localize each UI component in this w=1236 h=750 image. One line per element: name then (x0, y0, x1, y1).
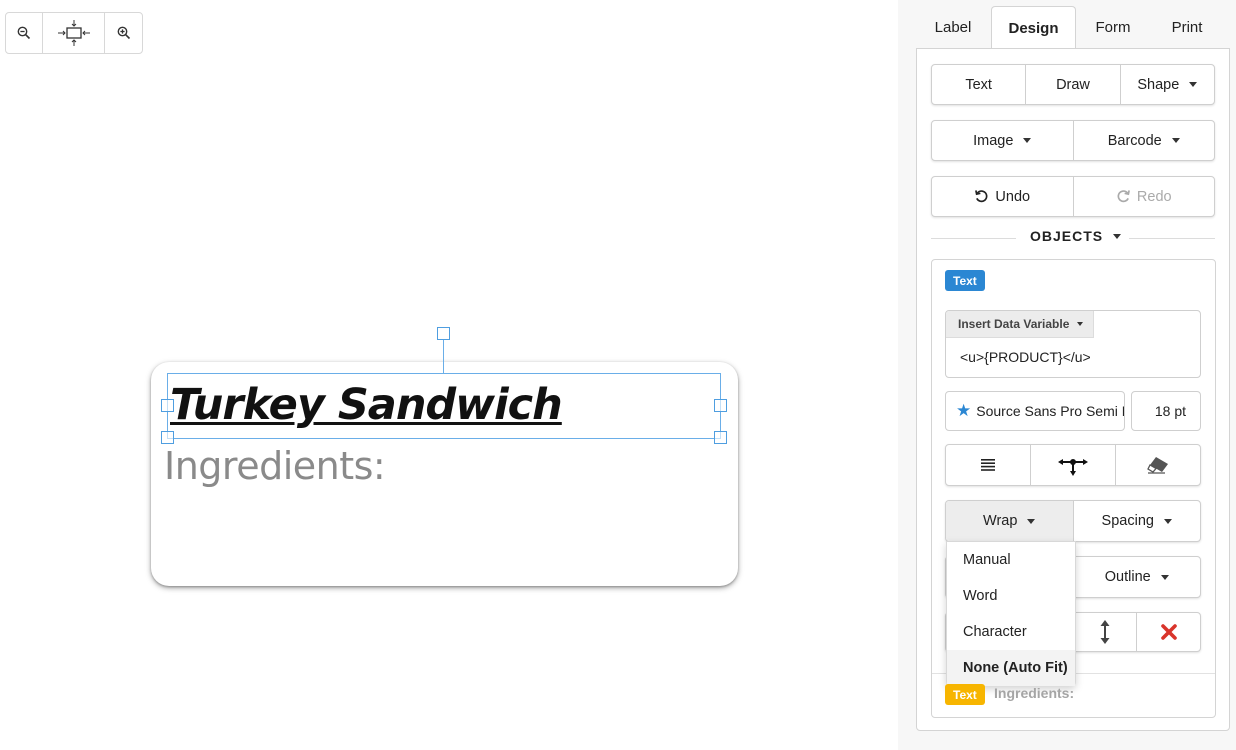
objects-section-header[interactable]: OBJECTS (931, 228, 1215, 248)
fit-to-screen-button[interactable] (43, 13, 105, 53)
barcode-dropdown[interactable]: Barcode (1074, 121, 1215, 160)
resize-handle-bottom-left[interactable] (161, 431, 174, 444)
redo-icon (1117, 190, 1130, 203)
zoom-out-button[interactable] (6, 13, 43, 53)
tab-print[interactable]: Print (1150, 6, 1224, 49)
undo-icon (975, 190, 988, 203)
label-ingredients-text[interactable]: Ingredients: (164, 442, 386, 490)
chevron-down-icon (1027, 518, 1036, 524)
fit-to-screen-icon (57, 20, 90, 46)
design-canvas[interactable]: Turkey Sandwich Ingredients: (0, 0, 898, 750)
objects-heading-label: OBJECTS (1030, 228, 1104, 244)
justify-button[interactable] (946, 445, 1031, 485)
wrap-option-none-auto-fit[interactable]: None (Auto Fit) (947, 650, 1075, 686)
eraser-icon (1147, 457, 1168, 474)
outline-dropdown[interactable]: Outline (1074, 557, 1201, 597)
text-content-value[interactable]: <u>{PRODUCT}</u> (960, 349, 1091, 365)
chevron-down-icon (1023, 138, 1032, 143)
wrap-label: Wrap (983, 513, 1018, 529)
object-type-badge[interactable]: Text (945, 270, 985, 291)
wrap-option-character[interactable]: Character (947, 614, 1075, 650)
divider-line (931, 238, 1016, 239)
zoom-in-icon (117, 26, 130, 40)
chevron-down-icon (1113, 233, 1122, 239)
text-format-toolbar (945, 444, 1201, 486)
font-size-input[interactable]: 18 pt (1131, 391, 1201, 431)
undo-button[interactable]: Undo (932, 177, 1074, 216)
insert-data-variable-label: Insert Data Variable (958, 317, 1070, 331)
panel-tabs: Label Design Form Print (916, 6, 1230, 50)
redo-label: Redo (1136, 188, 1172, 205)
resize-vertical-button[interactable] (1073, 613, 1137, 651)
chevron-down-icon (1189, 82, 1198, 87)
font-size-value: 18 pt (1154, 403, 1186, 419)
wrap-option-manual[interactable]: Manual (947, 542, 1075, 578)
font-family-value: Source Sans Pro Semi Bold (976, 403, 1124, 419)
spacing-label: Spacing (1101, 513, 1154, 529)
wrap-dropdown[interactable]: Wrap (946, 501, 1074, 541)
shape-dropdown[interactable]: Shape (1121, 65, 1214, 104)
rotation-stem (443, 340, 444, 373)
object-preview-label-2[interactable]: Ingredients: (994, 685, 1074, 701)
draw-button[interactable]: Draw (1026, 65, 1121, 104)
clear-format-button[interactable] (1116, 445, 1200, 485)
zoom-controls (5, 12, 143, 54)
font-family-select[interactable]: ★ Source Sans Pro Semi Bold (945, 391, 1125, 431)
spacing-dropdown[interactable]: Spacing (1074, 501, 1201, 541)
star-icon: ★ (956, 401, 972, 420)
draw-label: Draw (1056, 76, 1090, 93)
tab-form[interactable]: Form (1076, 6, 1150, 49)
delete-object-button[interactable] (1137, 613, 1200, 651)
wrap-spacing-toolbar: Wrap Spacing (945, 500, 1201, 542)
barcode-label: Barcode (1107, 132, 1162, 149)
image-dropdown[interactable]: Image (932, 121, 1074, 160)
move-arrows-icon (1058, 459, 1088, 476)
media-toolbar: Image Barcode (931, 120, 1215, 161)
chevron-down-icon (1163, 518, 1172, 524)
chevron-down-icon (1077, 322, 1084, 326)
add-text-button[interactable]: Text (932, 65, 1027, 104)
redo-button[interactable]: Redo (1074, 177, 1215, 216)
chevron-down-icon (1171, 138, 1180, 143)
divider-line (1129, 238, 1215, 239)
undo-label: Undo (995, 188, 1031, 205)
resize-vertical-icon (1100, 620, 1109, 644)
image-label: Image (973, 132, 1014, 149)
resize-handle-right[interactable] (714, 399, 727, 412)
create-toolbar: Text Draw Shape (931, 64, 1215, 105)
position-button[interactable] (1031, 445, 1116, 485)
history-toolbar: Undo Redo (931, 176, 1215, 217)
chevron-down-icon (1160, 574, 1169, 580)
object-type-badge-2[interactable]: Text (945, 684, 985, 705)
resize-handle-left[interactable] (161, 399, 174, 412)
selection-box[interactable] (167, 373, 721, 439)
wrap-dropdown-menu: Manual Word Character None (Auto Fit) (946, 541, 1076, 686)
delete-x-icon (1160, 624, 1177, 640)
insert-data-variable-dropdown[interactable]: Insert Data Variable (946, 311, 1094, 338)
zoom-in-button[interactable] (105, 13, 142, 53)
resize-handle-bottom-right[interactable] (714, 431, 727, 444)
zoom-out-icon (17, 26, 31, 40)
text-content-field[interactable]: Insert Data Variable <u>{PRODUCT}</u> (945, 310, 1201, 378)
objects-heading[interactable]: OBJECTS (1030, 228, 1122, 244)
wrap-option-word[interactable]: Word (947, 578, 1075, 614)
tab-design[interactable]: Design (991, 6, 1076, 50)
add-text-label: Text (965, 76, 992, 93)
tab-label[interactable]: Label (916, 6, 990, 49)
shape-label: Shape (1137, 76, 1180, 93)
outline-label: Outline (1104, 569, 1151, 585)
align-justify-icon (981, 459, 995, 471)
rotate-handle[interactable] (437, 327, 450, 340)
